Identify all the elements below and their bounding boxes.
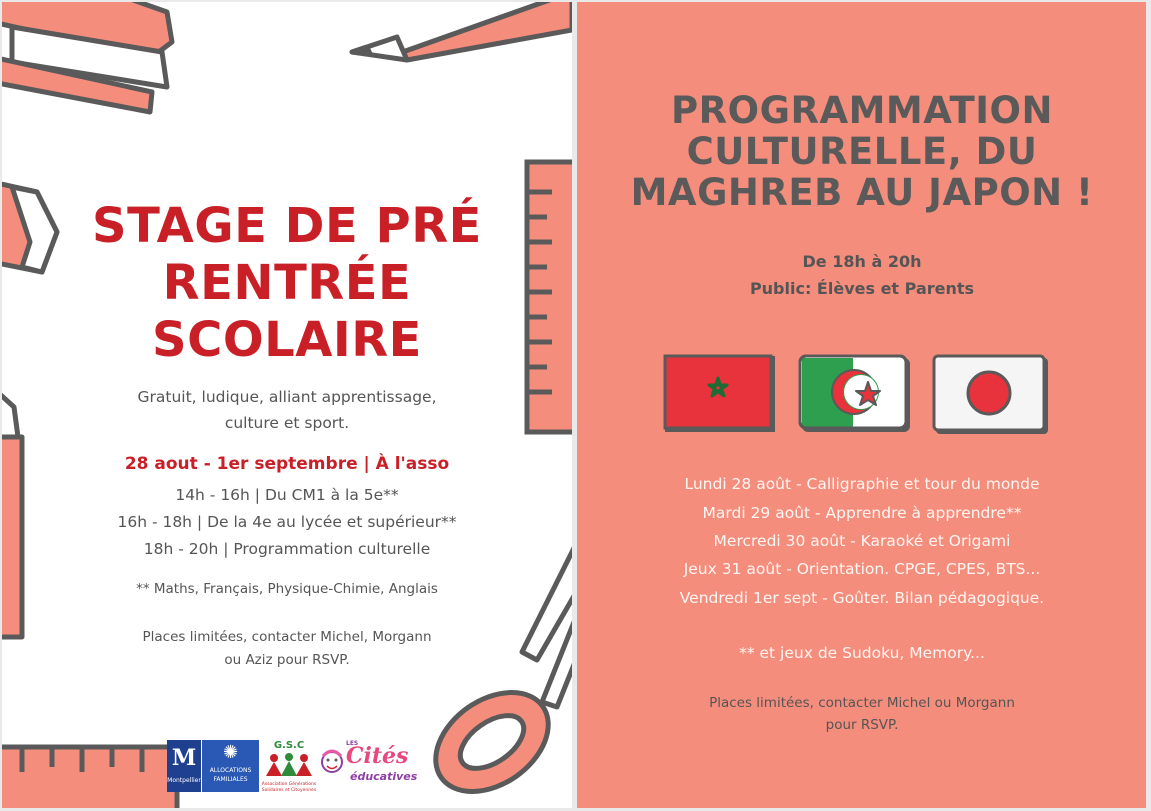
cites-educatives-logo: LES Cités éducatives (320, 740, 418, 790)
schedule-line: 18h - 20h | Programmation culturelle (143, 540, 431, 558)
intro-line: Gratuit, ludique, alliant apprentissage, (137, 388, 437, 406)
title-line: CULTURELLE, DU (686, 130, 1038, 173)
audience-line: Public: Élèves et Parents (749, 279, 975, 298)
program-item: Mardi 29 août - Apprendre à apprendre** (702, 504, 1022, 522)
montpellier-name: Montpellier (167, 777, 201, 784)
montpellier-caf-logo: M Montpellier ✺ ALLOCATIONS FAMILIALES (167, 740, 259, 792)
caf-emblem-icon: ✺ (222, 742, 239, 763)
algeria-flag (798, 354, 910, 432)
stapler-icon (2, 2, 175, 115)
agsc-letters: G.S.C (273, 740, 305, 751)
dates-line: 28 aout - 1er septembre | À l'asso (124, 454, 450, 474)
title-line: RENTRÉE (162, 255, 412, 311)
morocco-flag (663, 354, 775, 432)
program-title: PROGRAMMATION CULTURELLE, DU MAGHREB AU … (607, 90, 1117, 213)
program-item: Jeux 31 août - Orientation. CPGE, CPES, … (683, 560, 1041, 578)
program-item: Vendredi 1er sept - Goûter. Bilan pédago… (679, 589, 1045, 607)
time-line: De 18h à 20h (802, 252, 922, 271)
places-line: Places limitées, contacter Michel ou Mor… (709, 695, 1015, 711)
intro-line: culture et sport. (224, 414, 350, 432)
cites-sub: éducatives (350, 770, 418, 783)
left-flyer: STAGE DE PRÉ RENTRÉE SCOLAIRE Gratuit, l… (2, 2, 572, 808)
montpellier-letter: M (171, 745, 197, 771)
schedule-line: 14h - 16h | Du CM1 à la 5e** (175, 486, 399, 504)
intro-text: Gratuit, ludique, alliant apprentissage,… (97, 384, 477, 436)
games-note: ** et jeux de Sudoku, Memory... (739, 644, 985, 662)
ruler-icon (524, 159, 572, 435)
caf-line2: FAMILIALES (213, 776, 248, 783)
japan-flag (932, 354, 1048, 434)
places-line: Places limitées, contacter Michel, Morga… (142, 629, 432, 645)
pencil-icon (349, 2, 572, 63)
places-note: Places limitées, contacter Michel ou Mor… (667, 692, 1057, 736)
title-line: STAGE DE PRÉ (92, 198, 482, 254)
program-item: Lundi 28 août - Calligraphie et tour du … (684, 475, 1040, 493)
title-line: SCOLAIRE (152, 312, 422, 368)
agsc-figures-icon (266, 753, 312, 776)
cites-main: Cités (346, 743, 409, 769)
program-item: Mercredi 30 août - Karaoké et Origami (713, 532, 1011, 550)
schedule-line: 16h - 18h | De la 4e au lycée et supérie… (117, 513, 457, 531)
child-face-icon (321, 749, 343, 773)
title-line: PROGRAMMATION (671, 89, 1053, 132)
eraser-icon (2, 181, 60, 275)
places-note: Places limitées, contacter Michel, Morga… (112, 626, 462, 672)
right-flyer: PROGRAMMATION CULTURELLE, DU MAGHREB AU … (577, 2, 1146, 808)
bottom-ruler-icon (2, 744, 180, 808)
stage-title: STAGE DE PRÉ RENTRÉE SCOLAIRE (72, 198, 502, 369)
time-and-audience: De 18h à 20h Public: Élèves et Parents (657, 248, 1067, 302)
places-line: pour RSVP. (825, 717, 899, 733)
agsc-caption: Solidaires et Citoyennes (261, 788, 317, 793)
caf-line1: ALLOCATIONS (209, 767, 252, 774)
glue-stick-icon (2, 392, 25, 640)
agsc-logo: G.S.C Association Générations Solidaires… (260, 740, 318, 794)
places-line: ou Aziz pour RSVP. (224, 652, 350, 668)
title-line: MAGHREB AU JAPON ! (630, 171, 1094, 214)
subjects-note: ** Maths, Français, Physique-Chimie, Ang… (136, 581, 438, 597)
